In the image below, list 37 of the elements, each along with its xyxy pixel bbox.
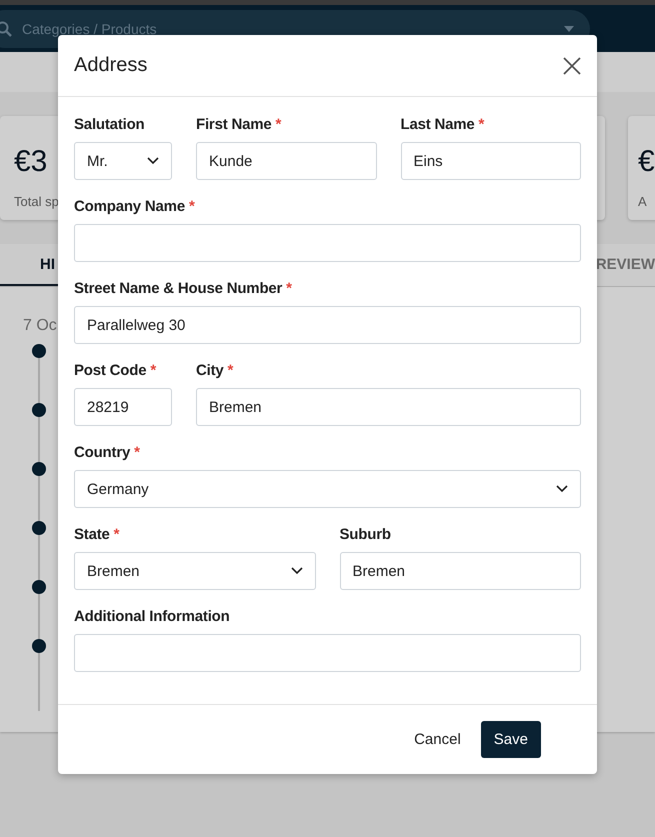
input-field[interactable]: Parallelweg 30 xyxy=(74,306,581,344)
save-button[interactable]: Save xyxy=(480,721,541,758)
search-icon xyxy=(0,20,12,36)
field-label: City * xyxy=(196,362,234,380)
dialog-title: Address xyxy=(74,54,148,77)
stat-value: € xyxy=(638,144,655,180)
stat-value: €3 xyxy=(14,144,48,180)
chevron-down-icon xyxy=(290,567,302,575)
field-label: Company Name * xyxy=(74,198,196,216)
input-field[interactable]: 28219 xyxy=(74,388,172,426)
field-label: Suburb xyxy=(340,526,392,544)
field-label: First Name * xyxy=(196,116,282,134)
stat-label: A xyxy=(638,194,647,209)
select-field[interactable]: Mr. xyxy=(74,142,172,180)
input-field[interactable]: Kunde xyxy=(196,142,376,180)
select-field[interactable]: Bremen xyxy=(74,552,316,590)
field-label: Post Code * xyxy=(74,362,158,380)
input-field[interactable]: Bremen xyxy=(340,552,581,590)
chevron-down-icon xyxy=(556,485,568,493)
input-field[interactable] xyxy=(74,224,581,262)
field-label: Additional Information xyxy=(74,608,231,626)
field-label: State * xyxy=(74,526,120,544)
close-icon xyxy=(563,56,581,74)
search-placeholder: Categories / Products xyxy=(22,20,158,36)
field-label: Last Name * xyxy=(400,116,486,134)
input-field[interactable]: Bremen xyxy=(196,388,581,426)
select-field[interactable]: Germany xyxy=(74,470,581,508)
close-button[interactable] xyxy=(561,54,583,76)
input-field[interactable] xyxy=(74,634,581,672)
field-label: Country * xyxy=(74,444,141,462)
chevron-down-icon xyxy=(147,157,159,165)
caret-icon xyxy=(564,26,574,32)
stat-label: Total sp xyxy=(14,194,59,209)
input-field[interactable]: Eins xyxy=(400,142,581,180)
timeline-date: 7 Oc xyxy=(23,317,57,334)
cancel-button[interactable]: Cancel xyxy=(414,721,461,758)
field-label: Salutation xyxy=(74,116,146,134)
